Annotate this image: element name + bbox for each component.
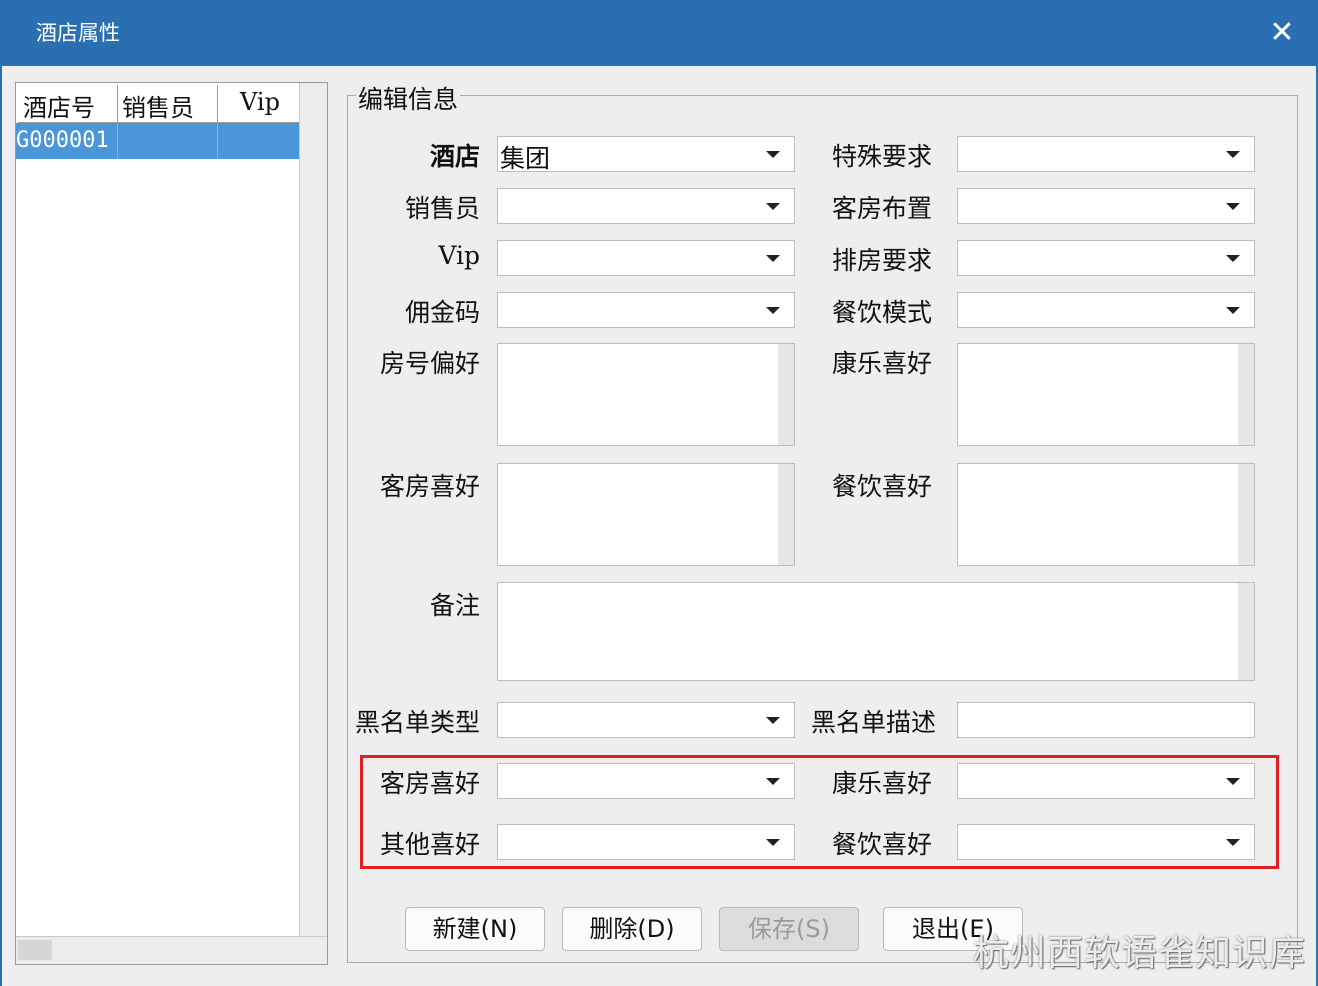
chevron-down-icon[interactable] — [766, 151, 780, 158]
textarea-scrollbar[interactable] — [778, 344, 794, 445]
dining-pref-combo[interactable] — [957, 824, 1255, 860]
column-header-hotel-no[interactable]: 酒店号 — [18, 85, 118, 123]
table-row[interactable]: G000001 — [16, 123, 300, 159]
delete-button[interactable]: 删除(D) — [562, 907, 702, 951]
label-dining-pref: 餐饮喜好 — [831, 472, 932, 501]
chevron-down-icon[interactable] — [1226, 307, 1240, 314]
title-bar: 酒店属性 ✕ — [0, 0, 1318, 66]
chevron-down-icon[interactable] — [1226, 778, 1240, 785]
recreation-pref-combo[interactable] — [957, 763, 1255, 799]
label-dining-pref-2: 餐饮喜好 — [831, 830, 932, 859]
blacklist-desc-input[interactable] — [957, 702, 1255, 738]
salesperson-combo[interactable] — [497, 188, 795, 224]
window-border-left — [0, 66, 2, 986]
cell-vip[interactable] — [218, 123, 300, 159]
label-special-req: 特殊要求 — [831, 142, 932, 171]
textarea-scrollbar[interactable] — [1238, 583, 1254, 680]
blacklist-type-combo[interactable] — [497, 702, 795, 738]
commission-code-combo[interactable] — [497, 292, 795, 328]
horizontal-scrollbar[interactable] — [16, 936, 327, 964]
room-pref-combo[interactable] — [497, 763, 795, 799]
other-pref-combo[interactable] — [497, 824, 795, 860]
column-header-salesperson[interactable]: 销售员 — [118, 85, 218, 123]
close-icon[interactable]: ✕ — [1264, 14, 1300, 52]
label-room-pref-2: 客房喜好 — [379, 769, 480, 798]
chevron-down-icon[interactable] — [766, 839, 780, 846]
room-pref-textarea[interactable] — [497, 463, 795, 566]
label-remark: 备注 — [429, 591, 480, 620]
chevron-down-icon[interactable] — [1226, 151, 1240, 158]
label-other-pref: 其他喜好 — [379, 830, 480, 859]
label-room-pref: 客房喜好 — [379, 472, 480, 501]
save-button: 保存(S) — [719, 907, 859, 951]
label-dining-mode: 餐饮模式 — [831, 298, 932, 327]
vertical-scrollbar[interactable] — [299, 83, 327, 938]
chevron-down-icon[interactable] — [766, 307, 780, 314]
room-no-pref-textarea[interactable] — [497, 343, 795, 446]
dining-pref-textarea[interactable] — [957, 463, 1255, 566]
label-commission-code: 佣金码 — [404, 298, 480, 327]
label-blacklist-desc: 黑名单描述 — [810, 708, 936, 737]
cell-salesperson[interactable] — [118, 123, 218, 159]
label-blacklist-type: 黑名单类型 — [354, 708, 480, 737]
scrollbar-thumb[interactable] — [18, 940, 52, 960]
label-hotel: 酒店 — [429, 142, 480, 171]
textarea-scrollbar[interactable] — [1238, 344, 1254, 445]
hotel-combo[interactable]: 集团 — [497, 136, 795, 173]
textarea-scrollbar[interactable] — [778, 464, 794, 565]
chevron-down-icon[interactable] — [766, 778, 780, 785]
recreation-pref-textarea[interactable] — [957, 343, 1255, 446]
dining-mode-combo[interactable] — [957, 292, 1255, 328]
special-req-combo[interactable] — [957, 136, 1255, 172]
chevron-down-icon[interactable] — [1226, 255, 1240, 262]
cell-hotel-no[interactable]: G000001 — [16, 123, 118, 159]
textarea-scrollbar[interactable] — [1238, 464, 1254, 565]
label-recreation-pref-2: 康乐喜好 — [831, 769, 932, 798]
vip-combo[interactable] — [497, 240, 795, 276]
label-salesperson: 销售员 — [404, 194, 480, 223]
hotel-combo-value: 集团 — [500, 144, 551, 173]
new-button[interactable]: 新建(N) — [405, 907, 545, 951]
chevron-down-icon[interactable] — [766, 255, 780, 262]
label-vip: Vip — [438, 241, 480, 270]
remark-textarea[interactable] — [497, 582, 1255, 681]
chevron-down-icon[interactable] — [766, 717, 780, 724]
room-layout-combo[interactable] — [957, 188, 1255, 224]
label-recreation-pref: 康乐喜好 — [831, 349, 932, 378]
label-room-no-pref: 房号偏好 — [379, 349, 480, 378]
label-room-layout: 客房布置 — [831, 194, 932, 223]
chevron-down-icon[interactable] — [766, 203, 780, 210]
column-header-vip[interactable]: Vip — [218, 85, 300, 123]
window-title: 酒店属性 — [36, 21, 120, 45]
group-title: 编辑信息 — [356, 80, 461, 116]
room-assign-req-combo[interactable] — [957, 240, 1255, 276]
hotel-grid[interactable]: 酒店号 销售员 Vip G000001 — [15, 82, 328, 965]
watermark: 杭州西软语雀知识库 — [972, 933, 1306, 974]
chevron-down-icon[interactable] — [1226, 839, 1240, 846]
label-room-assign-req: 排房要求 — [831, 246, 932, 275]
chevron-down-icon[interactable] — [1226, 203, 1240, 210]
